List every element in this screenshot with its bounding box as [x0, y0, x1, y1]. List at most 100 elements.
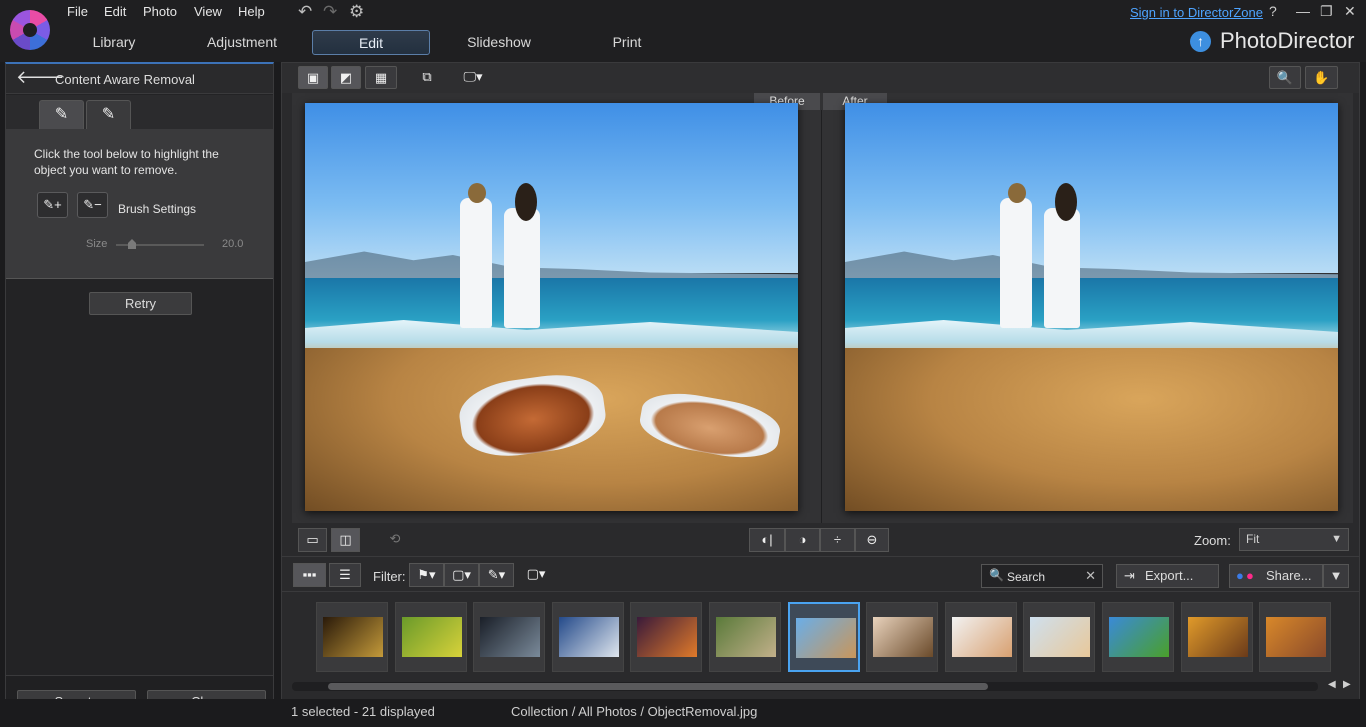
share-button[interactable]: ● ● Share...	[1229, 564, 1323, 588]
menu-photo[interactable]: Photo	[143, 4, 177, 19]
man-head	[468, 183, 486, 203]
thumbnail-spiral-shell[interactable]	[316, 602, 388, 672]
zoom-select[interactable]: Fit ▼	[1239, 528, 1349, 551]
thumbnail-group-orange[interactable]	[1180, 602, 1253, 672]
thumbnail-dark-lake[interactable]	[473, 602, 546, 672]
grid-view-icon[interactable]: ▦	[365, 66, 397, 89]
redo-icon[interactable]: ↷	[323, 2, 337, 22]
close-button[interactable]: ✕	[1344, 3, 1356, 20]
thumbnail-girl-laughing[interactable]	[944, 602, 1017, 672]
woman-hair	[1055, 183, 1077, 221]
brush-erase-button[interactable]: ✎−	[77, 192, 108, 218]
hand-tool-icon[interactable]: ✋	[1305, 66, 1338, 89]
thumbnail-image	[558, 617, 619, 657]
tab-slideshow[interactable]: Slideshow	[455, 30, 543, 55]
panel-title: Content Aware Removal	[55, 72, 195, 87]
sand	[845, 348, 1338, 511]
thumbnail-group-party[interactable]	[1259, 602, 1332, 672]
list-view-icon[interactable]: ☰	[329, 563, 361, 587]
edited-filter-icon[interactable]: ✎▾	[479, 563, 514, 587]
sky	[305, 103, 798, 273]
tab-print[interactable]: Print	[598, 30, 656, 55]
scroll-left-icon[interactable]: ◀	[1328, 679, 1336, 690]
after-photo[interactable]	[845, 103, 1338, 511]
vertical-split-icon[interactable]: ⊖	[855, 528, 889, 552]
thumbnail-woman-blonde[interactable]	[1023, 602, 1096, 672]
scroll-right-icon[interactable]: ▶	[1343, 679, 1351, 690]
before-photo[interactable]	[305, 103, 798, 511]
brush-alt-tool-tab[interactable]: ✎	[86, 100, 131, 129]
filter-label: Filter:	[373, 569, 406, 584]
view-toolbar: ▣ ◩ ▦ ⧉ 🖵▾ 🔍 ✋	[282, 63, 1359, 93]
thumbnail-sunset[interactable]	[630, 602, 703, 672]
signin-link[interactable]: Sign in to DirectorZone	[1130, 5, 1263, 20]
half-compare-icon[interactable]: ◑	[785, 528, 820, 552]
thumbnail-cat-grass[interactable]	[709, 602, 781, 672]
export-button[interactable]: ⇥ Export...	[1116, 564, 1219, 588]
horizontal-split-icon[interactable]: ÷	[820, 528, 855, 552]
thumbnail-snowy-town[interactable]	[551, 602, 624, 672]
share-label: Share...	[1266, 568, 1312, 583]
zoom-tool-icon[interactable]: 🔍	[1269, 66, 1301, 89]
menu-file[interactable]: File	[67, 4, 88, 19]
minimize-button[interactable]: —	[1296, 3, 1310, 19]
brush-tool-tab[interactable]: ✎	[39, 100, 84, 129]
close-icon[interactable]: ✕	[1085, 568, 1096, 584]
monitor-dropdown-icon[interactable]: 🖵▾	[457, 66, 489, 89]
sky	[845, 103, 1338, 273]
single-compare-icon[interactable]: ▭	[298, 528, 327, 552]
menu-view[interactable]: View	[194, 4, 222, 19]
before-after-viewer: Before After	[292, 93, 1353, 523]
thumbnail-image	[716, 617, 776, 657]
fullview-icon[interactable]: ▣	[298, 66, 328, 89]
brand-name: PhotoDirector	[1220, 28, 1355, 53]
tab-library[interactable]: Library	[74, 30, 154, 55]
settings-icon[interactable]: ⚙	[349, 2, 364, 22]
reset-icon[interactable]: ⟲	[381, 528, 409, 552]
rotate-icon[interactable]: ⧉	[414, 66, 440, 89]
retry-button[interactable]: Retry	[89, 292, 192, 315]
share-dot-blue-icon: ●	[1236, 568, 1244, 583]
side-by-side-icon[interactable]: ◫	[331, 528, 360, 552]
thumbnail-beach-couple[interactable]	[787, 602, 860, 672]
man-figure	[1000, 198, 1032, 328]
scrollbar-thumb[interactable]	[328, 683, 988, 690]
undo-icon[interactable]: ↶	[298, 2, 312, 22]
share-dropdown-button[interactable]: ▼	[1323, 564, 1349, 588]
upload-icon[interactable]: ↑	[1190, 30, 1211, 52]
tab-adjustment[interactable]: Adjustment	[196, 30, 288, 55]
menu-edit[interactable]: Edit	[104, 4, 126, 19]
size-slider-thumb[interactable]	[128, 239, 136, 249]
flag-filter-icon[interactable]: ⚑▾	[409, 563, 444, 587]
thumbnail-view-icon[interactable]: ▪▪▪	[293, 563, 326, 587]
man-head	[1008, 183, 1026, 203]
thumbnail-image	[1109, 617, 1169, 657]
export-label: Export...	[1145, 568, 1194, 583]
chevron-down-icon: ▼	[1329, 568, 1343, 583]
restore-button[interactable]: ❐	[1320, 3, 1333, 20]
photodirector-logo-icon	[10, 10, 50, 50]
split-compare-icon[interactable]: ◐|	[749, 528, 785, 552]
chevron-down-icon: ▼	[1331, 533, 1342, 545]
brush-settings-label: Brush Settings	[118, 202, 197, 216]
thumbnail-image	[795, 618, 856, 658]
help-button[interactable]: ?	[1269, 3, 1277, 19]
search-input[interactable]: 🔍 Search ✕	[981, 564, 1103, 588]
share-dot-pink-icon: ●	[1246, 568, 1254, 583]
tab-edit[interactable]: Edit	[312, 30, 430, 55]
color-label-filter-icon[interactable]: ▢▾	[444, 563, 479, 587]
menu-help[interactable]: Help	[238, 4, 265, 19]
export-icon: ⇥	[1124, 568, 1135, 583]
brush-add-button[interactable]: ✎+	[37, 192, 68, 218]
thumbnail-bicycle-field[interactable]	[394, 602, 467, 672]
thumbnail-image	[637, 617, 698, 657]
thumbnail-green-valley[interactable]	[1102, 602, 1174, 672]
thumbnail-woman-smiling[interactable]	[866, 602, 939, 672]
filmstrip-scrollbar[interactable]	[292, 682, 1318, 691]
content-aware-panel: 🡐 Content Aware Removal ✎ ✎ Click the to…	[5, 62, 274, 720]
brand: ↑ PhotoDirector	[1190, 28, 1355, 54]
single-view-icon[interactable]: ◩	[331, 66, 361, 89]
thumbnail-image	[951, 617, 1012, 657]
select-dropdown-icon[interactable]: ▢▾	[520, 563, 552, 587]
panel-header: 🡐 Content Aware Removal	[6, 64, 273, 94]
